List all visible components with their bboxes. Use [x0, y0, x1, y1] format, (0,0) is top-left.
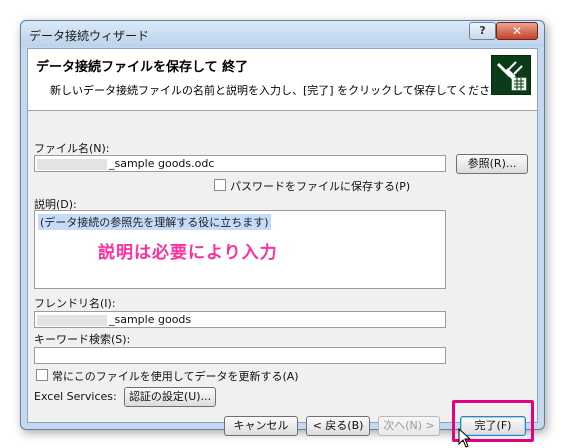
- header-panel: データ接続ファイルを保存して 終了 新しいデータ接続ファイルの名前と説明を入力し…: [28, 49, 537, 111]
- friendly-name-label: フレンドリ名(I):: [34, 297, 116, 310]
- save-password-checkbox[interactable]: [214, 179, 226, 191]
- always-use-checkbox[interactable]: [36, 369, 48, 381]
- description-value: (データ接続の参照先を理解する役に立ちます): [38, 214, 271, 230]
- title-bar[interactable]: データ接続ウィザード ? ✕: [21, 21, 544, 47]
- window-title: データ接続ウィザード: [29, 29, 150, 43]
- file-name-input[interactable]: _sample goods.odc: [34, 155, 446, 172]
- friendly-name-input[interactable]: _sample goods: [34, 311, 446, 328]
- browse-button[interactable]: 参照(R)...: [456, 154, 528, 174]
- redacted-block: [37, 158, 107, 170]
- auth-settings-button[interactable]: 認証の設定(U)...: [124, 387, 216, 407]
- redacted-block: [37, 314, 107, 326]
- friendly-name-value: _sample goods: [109, 313, 192, 326]
- close-button[interactable]: ✕: [496, 22, 538, 40]
- always-use-label: 常にこのファイルを使用してデータを更新する(A): [52, 370, 299, 383]
- keyword-search-label: キーワード検索(S):: [34, 333, 131, 346]
- mouse-cursor-icon: [458, 428, 472, 448]
- dialog-body: データ接続ファイルを保存して 終了 新しいデータ接続ファイルの名前と説明を入力し…: [27, 48, 538, 442]
- excel-services-label: Excel Services:: [34, 390, 117, 403]
- next-button[interactable]: 次へ(N) >: [378, 416, 440, 436]
- wizard-window: データ接続ウィザード ? ✕ データ接続ファイルを保存して 終了 新しいデータ接…: [20, 20, 545, 442]
- cancel-button[interactable]: キャンセル: [224, 416, 298, 436]
- header-title: データ接続ファイルを保存して 終了: [36, 60, 249, 75]
- header-subtitle: 新しいデータ接続ファイルの名前と説明を入力し、[完了] をクリックして保存してく…: [50, 84, 513, 97]
- keyword-search-input[interactable]: [34, 347, 446, 364]
- data-connection-plug-icon: [491, 55, 531, 95]
- file-name-value: _sample goods.odc: [109, 157, 215, 170]
- save-password-label: パスワードをファイルに保存する(P): [230, 180, 411, 193]
- back-button[interactable]: < 戻る(B): [306, 416, 370, 436]
- file-name-label: ファイル名(N):: [34, 142, 110, 155]
- annotation-text: 説明は必要により入力: [98, 243, 278, 263]
- help-button[interactable]: ?: [469, 22, 496, 40]
